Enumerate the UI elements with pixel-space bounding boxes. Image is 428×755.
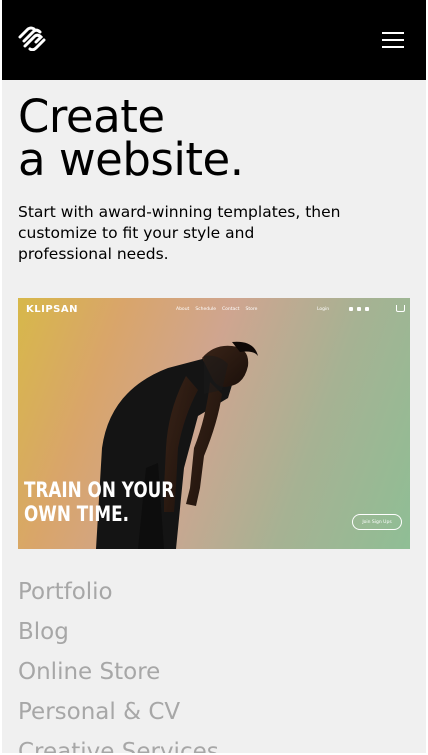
- tagline-line-2: OWN TIME.: [24, 502, 130, 526]
- category-personal-cv[interactable]: Personal & CV: [18, 692, 219, 732]
- instagram-icon: [349, 307, 353, 311]
- top-navigation-bar: [2, 0, 426, 80]
- category-portfolio[interactable]: Portfolio: [18, 572, 219, 612]
- page: Create a website. Start with award-winni…: [2, 0, 426, 755]
- template-nav-store: Store: [245, 307, 258, 312]
- template-cta-button: Join Sign Ups: [352, 514, 402, 530]
- template-tagline: TRAIN ON YOUR OWN TIME.: [24, 478, 174, 526]
- headline-line-1: Create: [18, 90, 165, 143]
- facebook-icon: [365, 307, 369, 311]
- squarespace-logo-icon[interactable]: [17, 25, 47, 51]
- hamburger-menu-icon[interactable]: [382, 30, 406, 50]
- template-nav-contact: Contact: [222, 307, 240, 312]
- page-subtitle: Start with award-winning templates, then…: [18, 203, 341, 263]
- category-blog[interactable]: Blog: [18, 612, 219, 652]
- category-online-store[interactable]: Online Store: [18, 652, 219, 692]
- template-brand: KLIPSAN: [26, 304, 78, 315]
- template-nav: About Schedule Contact Store: [176, 307, 257, 312]
- template-nav-schedule: Schedule: [195, 307, 216, 312]
- category-creative-services[interactable]: Creative Services: [18, 732, 219, 755]
- template-social-icons: [349, 307, 369, 311]
- cart-icon: [396, 305, 405, 312]
- template-category-list: Portfolio Blog Online Store Personal & C…: [18, 572, 219, 755]
- template-login: Login: [317, 307, 330, 312]
- youtube-icon: [357, 307, 361, 311]
- template-preview-image[interactable]: KLIPSAN About Schedule Contact Store Log…: [18, 298, 410, 549]
- headline-line-2: a website.: [18, 133, 244, 186]
- page-title: Create a website.: [18, 90, 418, 186]
- tagline-line-1: TRAIN ON YOUR: [24, 478, 175, 502]
- template-nav-about: About: [176, 307, 190, 312]
